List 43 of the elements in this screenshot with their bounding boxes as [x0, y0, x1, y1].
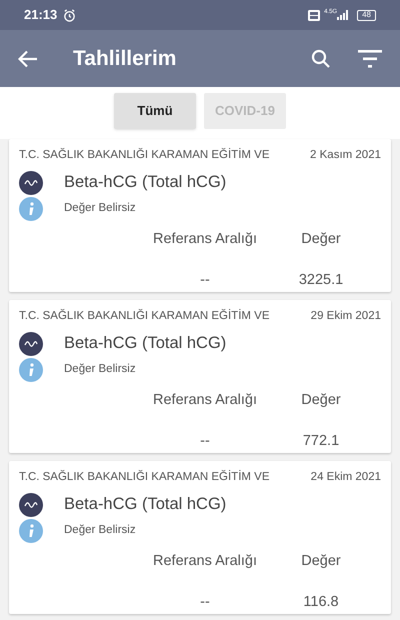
battery-indicator: 48	[357, 10, 376, 20]
status-time: 21:13	[24, 6, 58, 24]
page-title: Tahlillerim	[73, 46, 178, 72]
column-header: Referans Aralığı	[153, 552, 257, 571]
result-card[interactable]: T.C. SAĞLIK BAKANLIĞI KARAMAN EĞİTİM VE 2 Kasım 2021 Beta-hCG (Total hCG) Değer Belirsiz Referans Aralığı Değer -- 3225.1	[9, 139, 391, 292]
volte-icon	[308, 10, 320, 20]
wave-icon	[19, 170, 43, 195]
reference-range: --	[200, 592, 210, 612]
column-header: Referans Aralığı	[153, 391, 257, 410]
signal-icon	[337, 10, 350, 20]
test-name: Beta-hCG (Total hCG)	[64, 172, 226, 194]
filter-tab[interactable]: Tümü	[114, 93, 196, 129]
info-icon	[19, 519, 43, 543]
result-date: 24 Ekim 2021	[310, 470, 381, 485]
test-name: Beta-hCG (Total hCG)	[64, 494, 226, 516]
result-date: 29 Ekim 2021	[310, 309, 381, 324]
result-note: Değer Belirsiz	[64, 523, 136, 538]
result-date: 2 Kasım 2021	[310, 148, 381, 163]
reference-range: --	[200, 432, 210, 451]
result-value: 772.1	[302, 432, 340, 451]
column-header: Değer	[301, 230, 341, 249]
lab-name: T.C. SAĞLIK BAKANLIĞI KARAMAN EĞİTİM VE	[19, 147, 270, 163]
search-button[interactable]	[310, 48, 332, 70]
info-icon	[19, 197, 43, 221]
test-name: Beta-hCG (Total hCG)	[64, 333, 226, 354]
lab-name: T.C. SAĞLIK BAKANLIĞI KARAMAN EĞİTİM VE	[19, 469, 270, 485]
result-card[interactable]: T.C. SAĞLIK BAKANLIĞI KARAMAN EĞİTİM VE 24 Ekim 2021 Beta-hCG (Total hCG) Değer Belirsiz Referans Aralığı Değer -- 116.8	[9, 461, 391, 614]
wave-icon	[19, 492, 43, 517]
alarm-icon	[63, 8, 76, 22]
column-header: Değer	[301, 391, 341, 410]
result-card[interactable]: T.C. SAĞLIK BAKANLIĞI KARAMAN EĞİTİM VE 29 Ekim 2021 Beta-hCG (Total hCG) Değer Belirsiz Referans Aralığı Değer -- 772.1	[9, 300, 391, 453]
result-note: Değer Belirsiz	[64, 201, 136, 216]
info-icon	[19, 358, 43, 382]
lab-name: T.C. SAĞLIK BAKANLIĞI KARAMAN EĞİTİM VE	[19, 308, 270, 324]
back-button[interactable]	[18, 48, 40, 70]
result-value: 116.8	[303, 592, 339, 612]
column-header: Değer	[301, 552, 341, 571]
wave-icon	[19, 332, 43, 356]
column-header: Referans Aralığı	[153, 230, 257, 249]
result-note: Değer Belirsiz	[64, 362, 136, 378]
result-value: 3225.1	[298, 270, 344, 290]
reference-range: --	[200, 270, 210, 290]
filter-button[interactable]	[358, 48, 382, 68]
